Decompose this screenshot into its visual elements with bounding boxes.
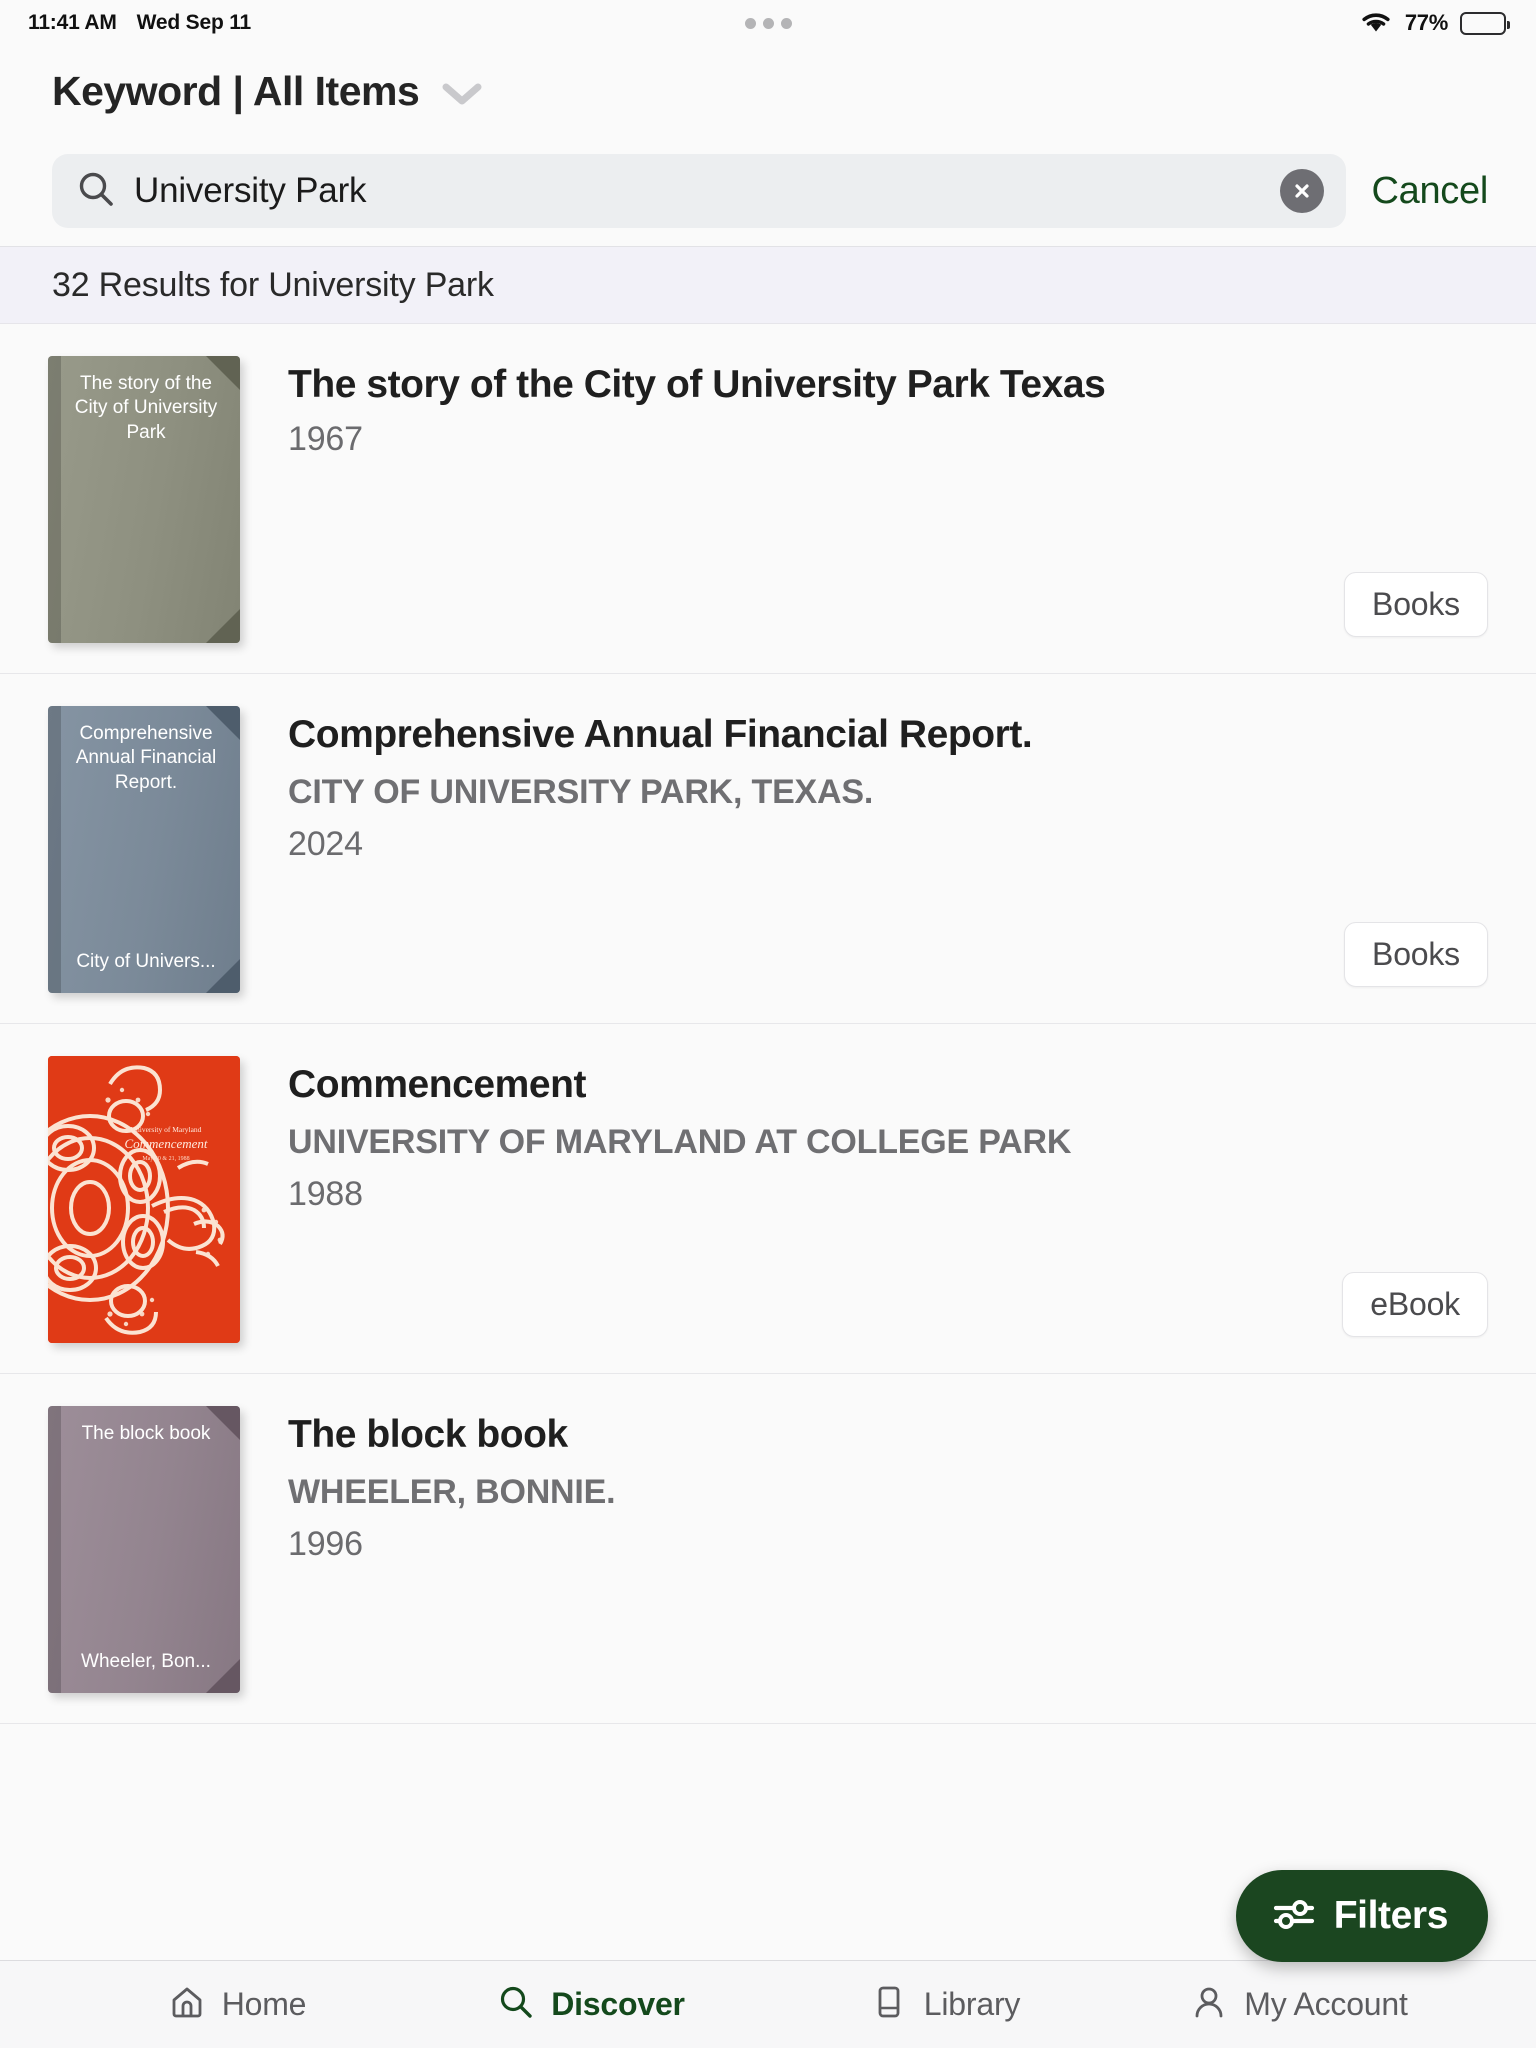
results-count-bar: 32 Results for University Park	[0, 246, 1536, 324]
table-row[interactable]: Comprehensive Annual Financial Report. C…	[0, 674, 1536, 1024]
tab-discover[interactable]: Discover	[414, 1983, 768, 2026]
dot-icon	[744, 17, 756, 29]
tab-my-account-label: My Account	[1244, 1986, 1408, 2022]
dot-icon	[780, 17, 792, 29]
cover-slot: The story of the City of University Park	[48, 356, 243, 643]
search-input[interactable]: University Park	[134, 171, 1262, 211]
cover-author-text: Wheeler, Bon...	[81, 1651, 211, 1672]
cover-title-text: The story of the City of University Park	[74, 373, 218, 443]
search-icon	[76, 169, 116, 214]
clear-search-icon[interactable]	[1279, 169, 1324, 213]
results-list[interactable]: The story of the City of University Park…	[0, 324, 1536, 1960]
book-cover[interactable]: The story of the City of University Park	[48, 356, 240, 643]
cover-author-text: City of Univers...	[76, 951, 216, 972]
generated-cover: The block book Wheeler, Bon...	[48, 1406, 240, 1693]
cover-title-text: Comprehensive Annual Financial Report.	[75, 723, 217, 793]
book-icon	[870, 1983, 908, 2026]
filters-icon	[1272, 1897, 1316, 1936]
book-cover[interactable]: University of Maryland Commencement May …	[48, 1056, 240, 1343]
result-year: 1988	[288, 1174, 363, 1213]
cover-slot: University of Maryland Commencement May …	[48, 1056, 243, 1343]
result-text-block: Commencement UNIVERSITY OF MARYLAND AT C…	[243, 1056, 1488, 1343]
table-row[interactable]: University of Maryland Commencement May …	[0, 1024, 1536, 1374]
search-icon	[497, 1983, 535, 2026]
wifi-icon	[1359, 8, 1393, 38]
result-title[interactable]: The block book	[288, 1412, 1488, 1458]
result-text-block: The block book WHEELER, BONNIE. 1996	[243, 1406, 1488, 1693]
result-title[interactable]: Commencement	[288, 1062, 1488, 1108]
tab-library-label: Library	[923, 1986, 1021, 2022]
result-author: WHEELER, BONNIE.	[288, 1473, 616, 1512]
cover-slot: Comprehensive Annual Financial Report. C…	[48, 706, 243, 993]
table-row[interactable]: The block book Wheeler, Bon... The block…	[0, 1374, 1536, 1724]
results-count-label: 32 Results for University Park	[52, 265, 494, 304]
generated-cover: The story of the City of University Park	[48, 356, 240, 643]
result-year: 2024	[288, 824, 363, 863]
cover-slot: The block book Wheeler, Bon...	[48, 1406, 243, 1693]
search-field[interactable]: University Park	[52, 154, 1346, 228]
search-row: University Park Cancel	[0, 136, 1536, 246]
result-year: 1967	[288, 420, 363, 459]
status-bar-left: 11:41 AM Wed Sep 11	[28, 11, 251, 35]
battery-percent: 77%	[1404, 10, 1448, 35]
svg-text:Commencement: Commencement	[124, 1136, 207, 1151]
result-text-block: The story of the City of University Park…	[243, 356, 1488, 643]
bottom-tab-bar: Home Discover Library My Account	[0, 1960, 1536, 2048]
tab-discover-label: Discover	[551, 1986, 685, 2022]
status-bar-right: 77%	[1359, 8, 1510, 38]
dot-icon	[762, 17, 774, 29]
result-text-block: Comprehensive Annual Financial Report. C…	[243, 706, 1488, 993]
status-date: Wed Sep 11	[136, 11, 252, 34]
result-author: CITY OF UNIVERSITY PARK, TEXAS.	[288, 773, 874, 812]
status-time: 11:41 AM	[28, 11, 117, 34]
filters-label: Filters	[1333, 1894, 1449, 1937]
result-title[interactable]: Comprehensive Annual Financial Report.	[288, 712, 1488, 758]
app-screen: 11:41 AM Wed Sep 11 77% Keyword | All It	[0, 0, 1536, 2048]
format-badge[interactable]: Books	[1344, 572, 1488, 637]
tab-home[interactable]: Home	[60, 1983, 414, 2026]
result-author: UNIVERSITY OF MARYLAND AT COLLEGE PARK	[288, 1123, 1072, 1162]
generated-cover: Comprehensive Annual Financial Report. C…	[48, 706, 240, 993]
tab-my-account[interactable]: My Account	[1122, 1983, 1476, 2026]
cancel-button[interactable]: Cancel	[1372, 170, 1489, 213]
format-badge[interactable]: Books	[1344, 922, 1488, 987]
format-badge[interactable]: eBook	[1342, 1272, 1488, 1337]
home-icon	[168, 1983, 206, 2026]
result-year: 1996	[288, 1524, 363, 1563]
tab-home-label: Home	[221, 1986, 307, 2022]
cover-title-text: The block book	[81, 1423, 211, 1444]
svg-text:University of Maryland: University of Maryland	[131, 1125, 202, 1134]
result-title[interactable]: The story of the City of University Park…	[288, 362, 1488, 408]
status-bar: 11:41 AM Wed Sep 11 77%	[0, 0, 1536, 46]
battery-icon	[1460, 11, 1510, 35]
svg-text:May 20 & 21, 1988: May 20 & 21, 1988	[142, 1156, 189, 1162]
table-row[interactable]: The story of the City of University Park…	[0, 324, 1536, 674]
filters-button[interactable]: Filters	[1235, 1870, 1488, 1962]
book-cover[interactable]: Comprehensive Annual Financial Report. C…	[48, 706, 240, 993]
artwork-cover: University of Maryland Commencement May …	[48, 1056, 240, 1343]
page-title: Keyword | All Items	[52, 67, 420, 114]
person-icon	[1190, 1983, 1228, 2026]
book-cover[interactable]: The block book Wheeler, Bon...	[48, 1406, 240, 1693]
page-header: Keyword | All Items	[0, 46, 1536, 136]
tab-library[interactable]: Library	[768, 1983, 1122, 2026]
chevron-down-icon[interactable]	[441, 75, 483, 107]
